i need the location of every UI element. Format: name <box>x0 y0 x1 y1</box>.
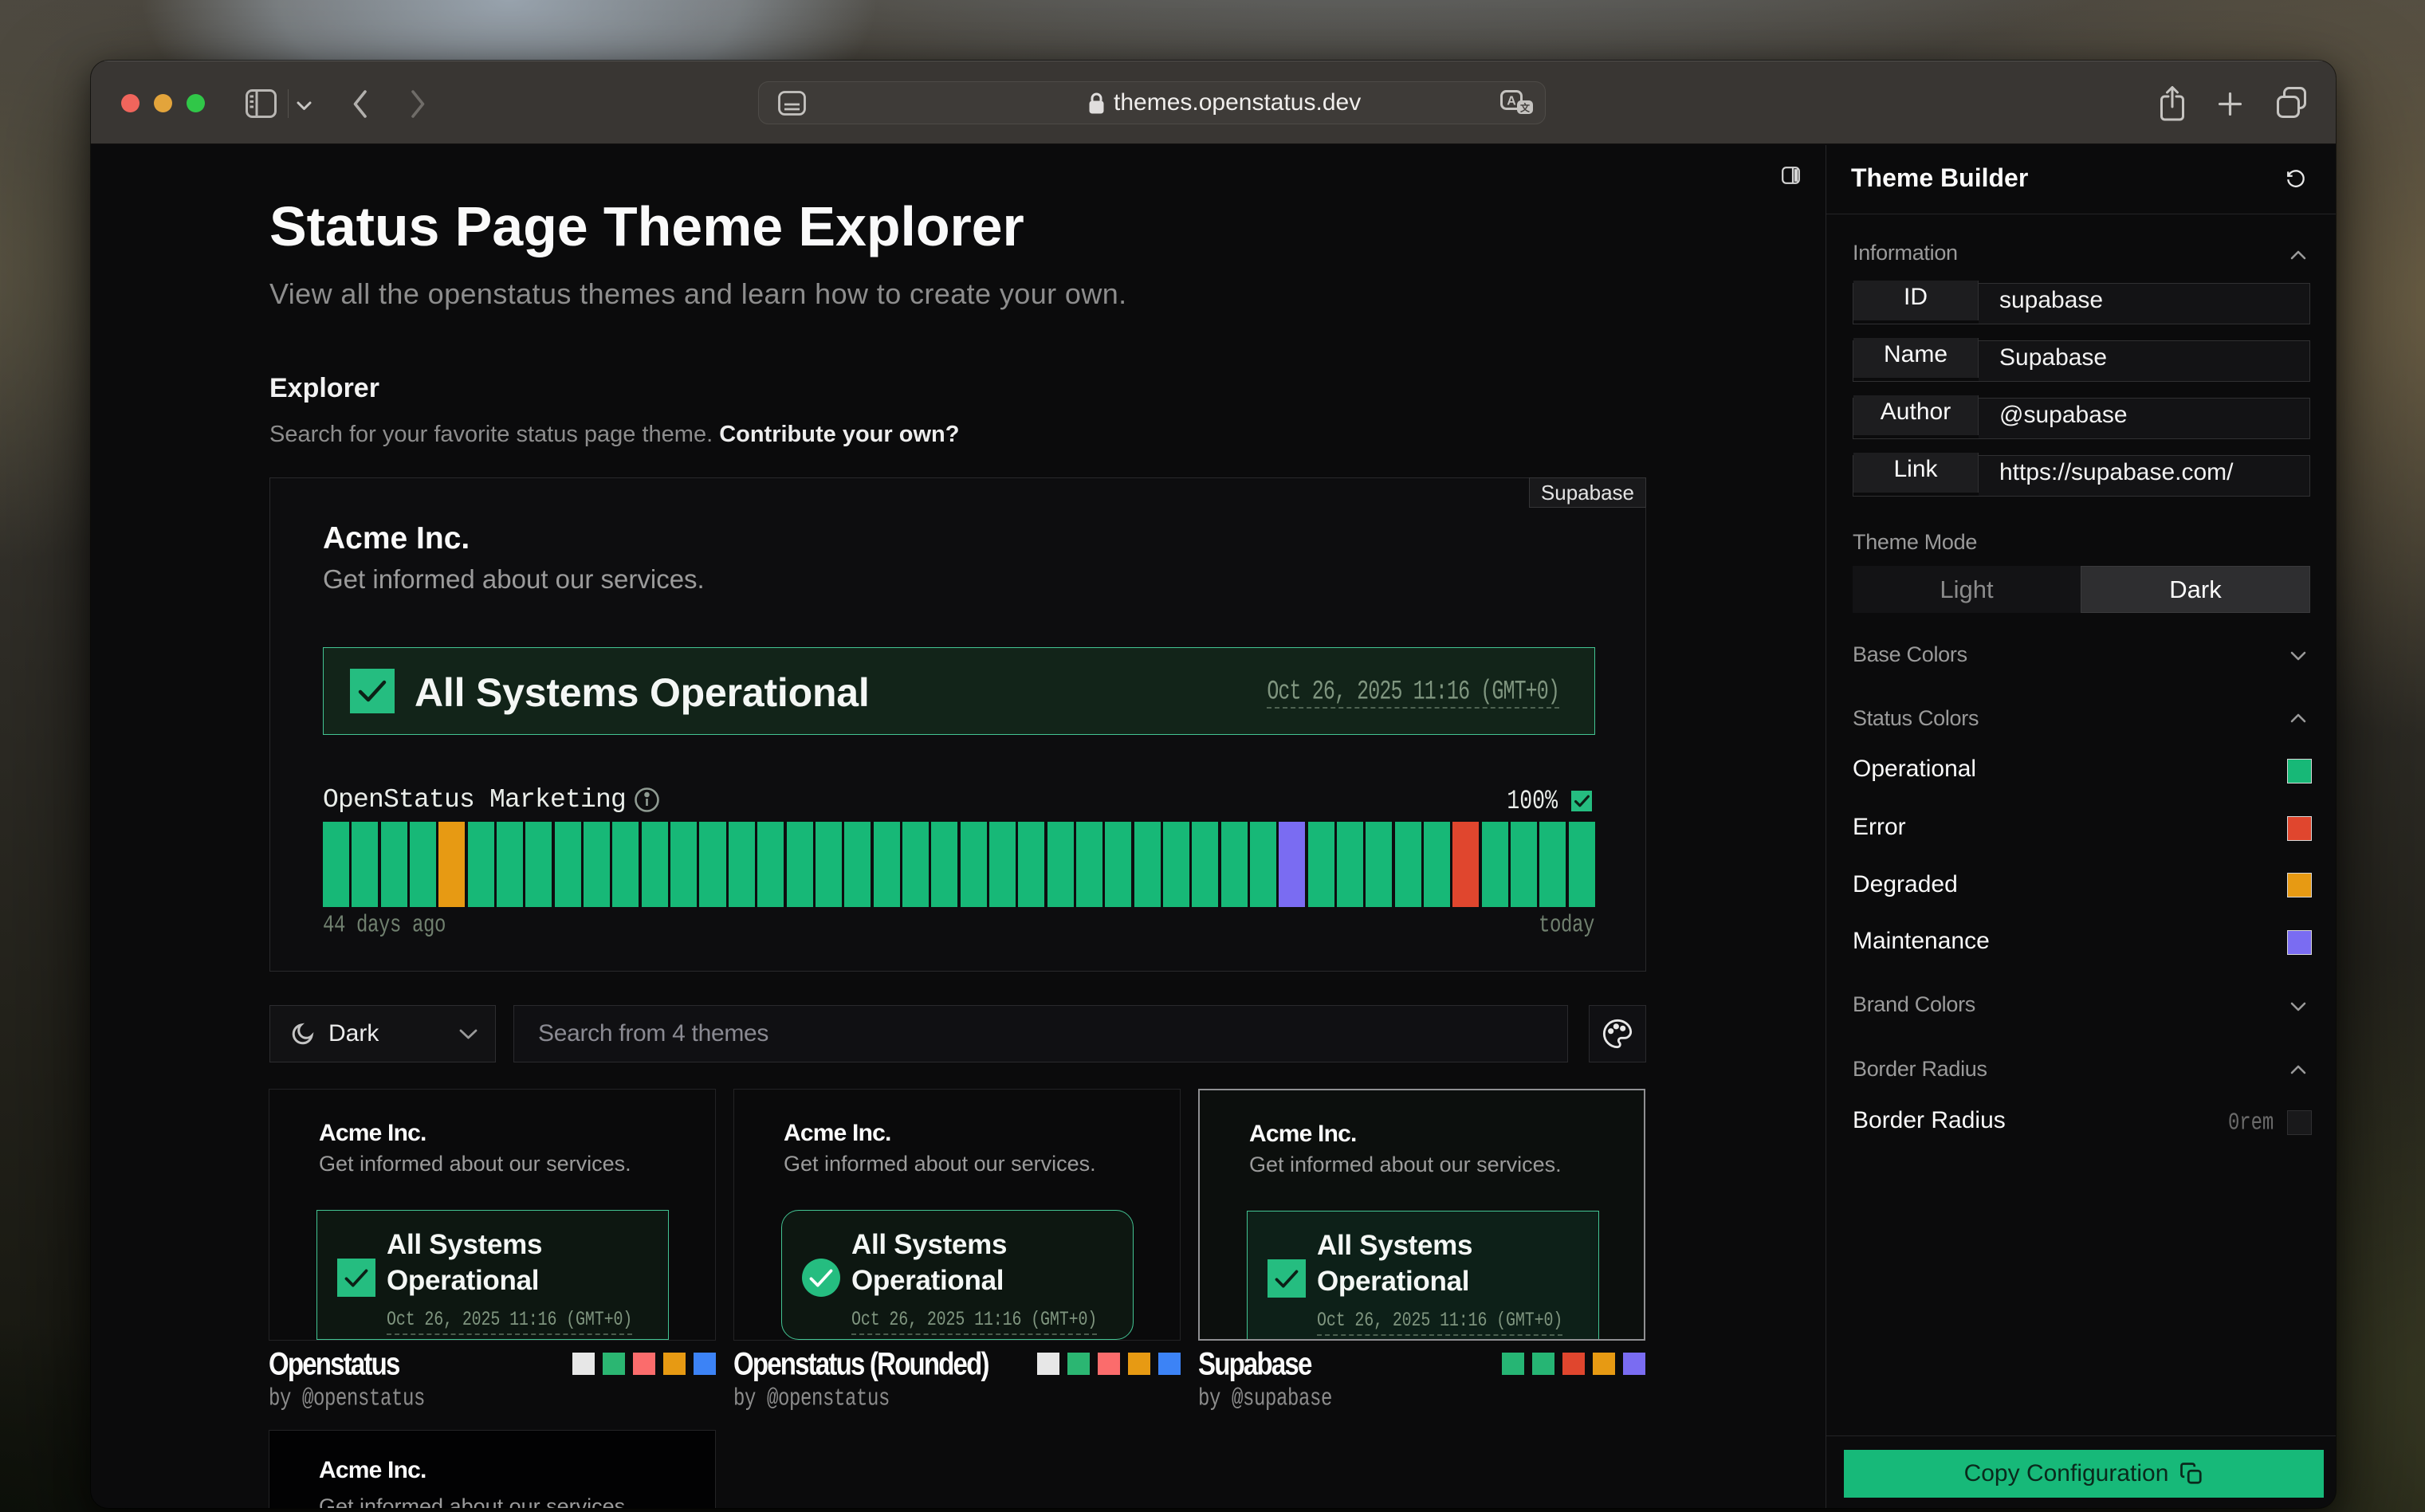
svg-text:A: A <box>1507 95 1516 108</box>
svg-text:文: 文 <box>1520 102 1531 114</box>
